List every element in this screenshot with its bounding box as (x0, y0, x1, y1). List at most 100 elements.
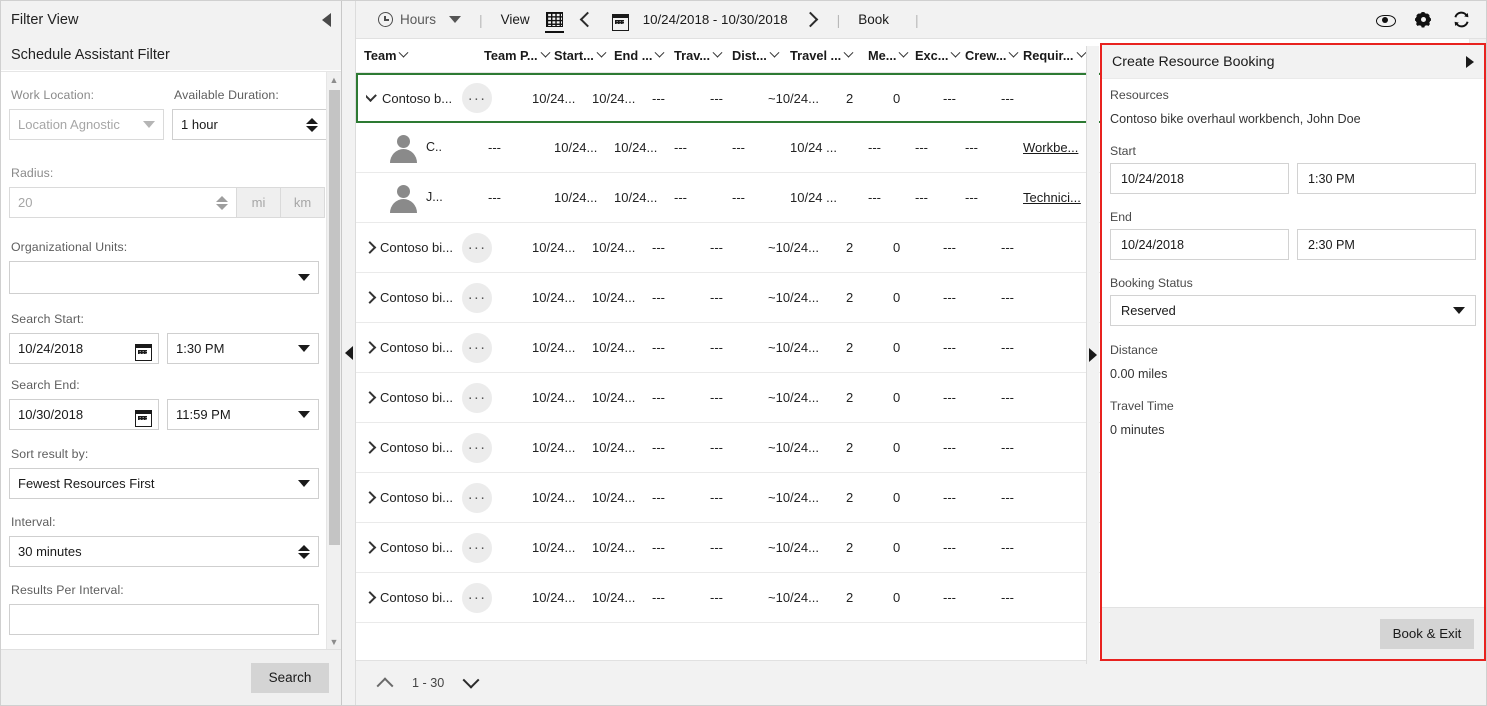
scroll-down-icon[interactable]: ▼ (327, 634, 341, 649)
filter-fields-container: Work Location: Location Agnostic Availab… (1, 71, 341, 649)
column-header-distance[interactable]: Dist... (732, 48, 790, 63)
table-cell: --- (652, 90, 665, 106)
expand-right-icon[interactable] (1466, 55, 1474, 68)
chevron-down-icon (1009, 48, 1019, 58)
results-per-interval-input[interactable] (9, 604, 319, 635)
expand-row-icon[interactable] (364, 241, 377, 254)
filter-panel-scrollbar[interactable]: ▲ ▼ (326, 72, 341, 649)
table-cell: 0 (893, 440, 901, 455)
refresh-button[interactable] (1444, 3, 1478, 37)
eye-button[interactable] (1368, 3, 1402, 37)
radius-input[interactable]: 20 (9, 187, 237, 218)
organizational-units-select[interactable] (9, 261, 319, 294)
column-header-exceptions[interactable]: Exc... (915, 48, 965, 63)
right-panel-collapse-handle[interactable] (1086, 46, 1099, 664)
grid-view-button[interactable] (538, 1, 571, 38)
eye-icon (1376, 11, 1396, 29)
sort-result-by-select[interactable]: Fewest Resources First (9, 468, 319, 499)
row-more-actions-button[interactable]: ··· (462, 232, 492, 263)
settings-button[interactable] (1406, 3, 1440, 37)
view-label: View (500, 12, 530, 27)
book-and-exit-button[interactable]: Book & Exit (1380, 618, 1474, 649)
table-cell: --- (1001, 490, 1014, 505)
column-header-end[interactable]: End ... (614, 48, 674, 63)
booking-end-time-input[interactable]: 2:30 PM (1297, 229, 1476, 260)
row-more-actions-button[interactable]: ··· (462, 382, 492, 413)
expand-row-icon[interactable] (364, 541, 377, 554)
next-period-button[interactable] (794, 1, 827, 38)
calendar-picker-button[interactable] (604, 1, 637, 38)
expand-row-icon[interactable] (364, 391, 377, 404)
team-name: Contoso b... (382, 90, 453, 106)
row-more-actions-button[interactable]: ··· (462, 83, 492, 113)
column-header-crew[interactable]: Crew... (965, 48, 1023, 63)
table-cell: --- (732, 140, 745, 155)
column-header-start[interactable]: Start... (554, 48, 614, 63)
search-button[interactable]: Search (251, 662, 329, 693)
column-label: Exc... (915, 48, 949, 63)
table-cell: --- (652, 540, 665, 555)
row-more-actions-button[interactable]: ··· (462, 532, 492, 563)
table-cell: --- (652, 390, 665, 405)
spinner-icon[interactable] (298, 544, 310, 559)
main-toolbar: Hours | View 10/24/2018 - 10/30/2018 | B… (356, 1, 1486, 39)
expand-row-icon[interactable] (364, 491, 377, 504)
booking-start-date-input[interactable]: 10/24/2018 (1110, 163, 1289, 194)
hours-dropdown[interactable]: Hours (370, 1, 469, 38)
row-more-actions-button[interactable]: ··· (462, 482, 492, 513)
search-start-time-select[interactable]: 1:30 PM (167, 333, 319, 364)
work-location-select[interactable]: Location Agnostic (9, 109, 164, 140)
row-more-actions-button[interactable]: ··· (462, 282, 492, 313)
expand-row-icon[interactable] (364, 341, 377, 354)
collapse-left-arrow-icon[interactable] (344, 346, 353, 360)
search-end-time-select[interactable]: 11:59 PM (167, 399, 319, 430)
page-up-button[interactable] (370, 668, 400, 698)
expand-row-icon[interactable] (364, 591, 377, 604)
expand-row-icon[interactable] (364, 291, 377, 304)
table-cell: 10/24... (614, 190, 658, 205)
calendar-icon[interactable] (135, 342, 152, 361)
interval-stepper[interactable]: 30 minutes (9, 536, 319, 567)
booking-end-date-input[interactable]: 10/24/2018 (1110, 229, 1289, 260)
column-header-team[interactable]: Team (364, 48, 484, 63)
column-label: Travel ... (790, 48, 842, 63)
requirement-link[interactable]: Technici... (1023, 190, 1091, 205)
scrollbar-thumb[interactable] (329, 90, 340, 545)
spinner-icon[interactable] (306, 117, 318, 132)
page-down-button[interactable] (456, 668, 486, 698)
booking-start-time-input[interactable]: 1:30 PM (1297, 163, 1476, 194)
unit-km-button[interactable]: km (281, 187, 325, 218)
row-more-actions-button[interactable]: ··· (462, 582, 492, 613)
booking-status-select[interactable]: Reserved (1110, 295, 1476, 326)
row-more-actions-button[interactable]: ··· (462, 432, 492, 463)
column-header-travel[interactable]: Trav... (674, 48, 732, 63)
unit-mi-button[interactable]: mi (237, 187, 281, 218)
spinner-icon[interactable] (216, 195, 228, 210)
requirement-link[interactable]: Workbe... (1023, 140, 1091, 155)
available-duration-label: Available Duration: (174, 88, 279, 102)
column-header-travel-time[interactable]: Travel ... (790, 48, 868, 63)
table-cell: --- (943, 290, 956, 305)
table-cell: 0 (893, 540, 901, 555)
column-header-members[interactable]: Me... (868, 48, 915, 63)
column-label: End ... (614, 48, 653, 63)
scroll-up-icon[interactable]: ▲ (327, 72, 341, 87)
left-panel-collapse-handle[interactable] (342, 1, 356, 705)
distance-label: Distance (1110, 343, 1158, 357)
table-cell: 10/24... (532, 90, 576, 106)
previous-period-button[interactable] (571, 1, 604, 38)
column-header-team-p[interactable]: Team P... (484, 48, 554, 63)
book-button[interactable]: Book (850, 1, 897, 38)
available-duration-stepper[interactable]: 1 hour (172, 109, 327, 140)
table-cell: --- (943, 440, 956, 455)
calendar-icon[interactable] (135, 408, 152, 427)
expand-right-arrow-icon[interactable] (1089, 348, 1097, 362)
search-end-date-input[interactable]: 10/30/2018 (9, 399, 159, 430)
expand-row-icon[interactable] (364, 441, 377, 454)
search-start-date-input[interactable]: 10/24/2018 (9, 333, 159, 364)
collapse-row-icon[interactable] (366, 90, 377, 102)
column-header-requirement[interactable]: Requir... (1023, 48, 1091, 63)
row-more-actions-button[interactable]: ··· (462, 332, 492, 363)
table-cell: ~10/24... (768, 590, 819, 605)
collapse-left-icon[interactable] (322, 13, 331, 27)
